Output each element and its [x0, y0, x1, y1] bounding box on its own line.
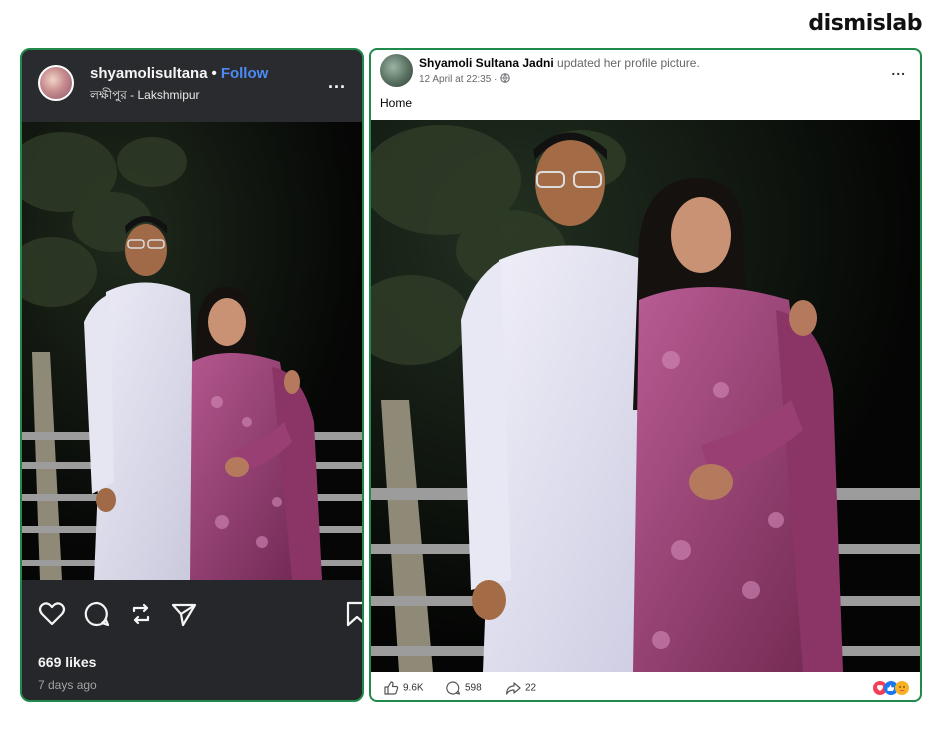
dismislab-logo: dismislab [808, 11, 922, 36]
instagram-user-line: shyamolisultana • Follow [90, 65, 268, 82]
more-options-icon[interactable]: ... [891, 62, 906, 78]
bookmark-icon[interactable] [344, 600, 364, 628]
facebook-avatar[interactable] [380, 54, 413, 87]
facebook-post-caption: Home [380, 96, 413, 110]
globe-icon [500, 73, 510, 83]
facebook-engagement-bar: 9.6K 598 22 [371, 674, 920, 700]
comment-icon[interactable] [445, 680, 461, 696]
reactions-summary[interactable] [872, 680, 912, 696]
facebook-post-card: Shyamoli Sultana Jadni updated her profi… [369, 48, 922, 702]
likes-count: 9.6K [403, 682, 424, 694]
likes-count[interactable]: 669 likes [38, 654, 96, 670]
instagram-action-bar: 669 likes 7 days ago [22, 580, 362, 700]
share-icon[interactable] [170, 600, 198, 628]
instagram-post-card: shyamolisultana • Follow লক্ষীপুর - Lakshm… [20, 48, 364, 702]
follow-button[interactable]: Follow [221, 65, 269, 82]
couple-photo-illustration [22, 122, 362, 580]
share-icon[interactable] [505, 680, 521, 696]
facebook-post-action: updated her profile picture. [557, 56, 700, 70]
comment-icon[interactable] [83, 600, 111, 628]
repost-icon[interactable] [127, 600, 155, 628]
like-icon[interactable] [383, 680, 399, 696]
separator-dot: • [211, 65, 217, 82]
instagram-post-photo[interactable] [22, 122, 362, 580]
post-timestamp: 7 days ago [38, 678, 97, 692]
instagram-location[interactable]: লক্ষীপুর - Lakshmipur [90, 87, 200, 107]
instagram-username[interactable]: shyamolisultana [90, 65, 208, 82]
facebook-post-date-line: 12 April at 22:35 · [419, 73, 510, 85]
heart-icon[interactable] [38, 600, 66, 628]
facebook-post-author-line: Shyamoli Sultana Jadni updated her profi… [419, 56, 700, 70]
instagram-post-header: shyamolisultana • Follow লক্ষীপুর - Lakshm… [22, 50, 362, 122]
share-stat[interactable]: 22 [505, 680, 536, 696]
comments-count: 598 [465, 682, 482, 694]
instagram-avatar[interactable] [38, 65, 74, 101]
care-reaction-icon [895, 681, 909, 695]
facebook-author-name[interactable]: Shyamoli Sultana Jadni [419, 56, 554, 70]
shares-count: 22 [525, 682, 537, 694]
more-options-icon[interactable]: ... [328, 72, 346, 93]
like-stat[interactable]: 9.6K [383, 680, 424, 696]
comment-stat[interactable]: 598 [445, 680, 482, 696]
facebook-post-photo[interactable] [371, 120, 920, 672]
couple-photo-illustration [371, 120, 920, 672]
facebook-post-date[interactable]: 12 April at 22:35 · [419, 74, 497, 85]
